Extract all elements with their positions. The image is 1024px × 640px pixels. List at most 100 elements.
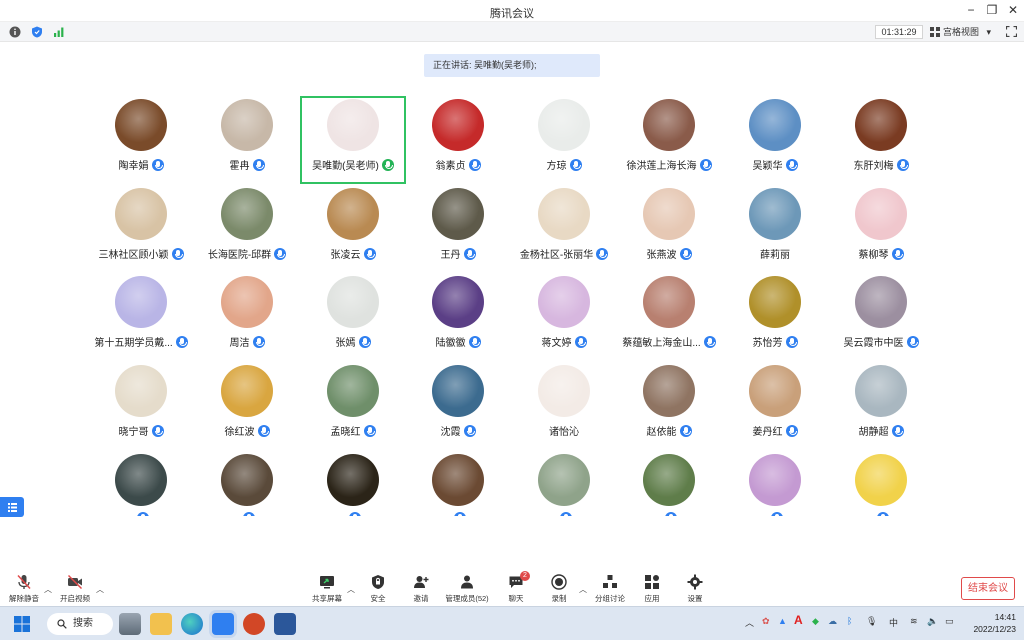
participant-name: 王丹 <box>440 250 461 261</box>
tray-cloud-icon[interactable]: ☁ <box>828 616 837 627</box>
end-meeting-button[interactable]: 结束会议 <box>961 577 1015 600</box>
participant-tile[interactable] <box>511 451 617 516</box>
participant-tile[interactable]: 方琼 <box>511 96 617 184</box>
battery-icon[interactable]: ▭ <box>945 616 954 627</box>
participant-tile[interactable] <box>828 451 930 516</box>
participant-tile[interactable] <box>722 451 828 516</box>
participant-tile[interactable]: 张凌云 <box>300 185 406 273</box>
taskbar-search[interactable]: 搜索 <box>47 613 113 635</box>
task-view-icon[interactable] <box>119 613 141 635</box>
participant-tile[interactable]: 霍冉 <box>194 96 300 184</box>
bluetooth-icon[interactable]: ᛒ <box>847 616 852 626</box>
active-speaker-banner: 正在讲话: 吴唯勤(吴老师); <box>424 54 600 77</box>
apps-icon <box>645 575 659 589</box>
edge-browser-icon[interactable] <box>181 613 203 635</box>
chat-button[interactable]: 2 聊天 <box>492 571 540 606</box>
restore-button[interactable]: ❐ <box>983 3 1001 17</box>
tray-app-icon[interactable]: ✿ <box>762 616 770 627</box>
participant-name-row: 苏怡芳 <box>722 334 828 349</box>
participant-tile[interactable]: 蒋文婷 <box>511 273 617 361</box>
participant-tile[interactable]: 张燕波 <box>616 185 722 273</box>
participant-tile[interactable]: 三林社区顾小颖 <box>88 185 194 273</box>
participant-name-row: 姜丹红 <box>722 423 828 438</box>
participant-tile[interactable]: 胡静超 <box>828 362 930 450</box>
participant-name: 张凌云 <box>330 250 361 261</box>
participant-tile[interactable]: 第十五期学员戴... <box>88 273 194 361</box>
participant-tile[interactable]: 翁素贞 <box>405 96 511 184</box>
participant-tile[interactable]: 东肝刘梅 <box>828 96 930 184</box>
fullscreen-icon[interactable] <box>1006 26 1017 37</box>
participant-tile[interactable]: 沈霞 <box>405 362 511 450</box>
view-mode-dropdown[interactable]: 宫格视图 ▾ <box>930 25 991 39</box>
security-button[interactable]: 安全 <box>354 574 402 606</box>
settings-button[interactable]: 设置 <box>671 574 719 606</box>
participant-tile[interactable]: 姜丹红 <box>722 362 828 450</box>
participant-tile[interactable]: 吴云霞市中医 <box>828 273 930 361</box>
mic-icon <box>596 248 609 260</box>
invite-button[interactable]: 邀请 <box>397 574 445 606</box>
participant-tile[interactable]: 王丹 <box>405 185 511 273</box>
minimize-button[interactable]: − <box>962 3 980 17</box>
taskbar-clock[interactable]: 14:41 2022/12/23 <box>962 611 1016 635</box>
mic-icon <box>569 159 582 171</box>
participant-tile[interactable]: 张嫣 <box>300 273 406 361</box>
close-button[interactable]: ✕ <box>1004 3 1022 17</box>
participant-tile[interactable]: 徐洪莲上海长海 <box>616 96 722 184</box>
participant-tile[interactable]: 孟晓红 <box>300 362 406 450</box>
ime-indicator[interactable]: 中 <box>889 616 898 629</box>
windows-start-icon[interactable] <box>14 616 30 632</box>
signal-icon[interactable] <box>53 26 65 38</box>
participant-tile[interactable]: 长海医院-邱群 <box>194 185 300 273</box>
participant-tile[interactable] <box>616 451 722 516</box>
apps-button[interactable]: 应用 <box>628 574 676 606</box>
participant-tile[interactable]: 苏怡芳 <box>722 273 828 361</box>
word-icon[interactable] <box>274 613 296 635</box>
powerpoint-icon[interactable] <box>243 613 265 635</box>
start-video-button[interactable]: 开启视频 <box>51 574 99 606</box>
record-button[interactable]: 录制 <box>535 574 583 606</box>
participant-tile[interactable] <box>405 451 511 516</box>
participant-tile[interactable]: 诸怡沁 <box>511 362 617 450</box>
mic-icon <box>699 159 712 171</box>
participant-tile[interactable]: 周洁 <box>194 273 300 361</box>
shield-icon[interactable] <box>31 26 43 38</box>
mic-icon <box>468 336 481 348</box>
participant-tile[interactable] <box>300 451 406 516</box>
member-list-toggle[interactable] <box>0 497 24 517</box>
share-screen-button[interactable]: 共享屏幕 <box>303 574 351 606</box>
participant-tile[interactable]: 吴颖华 <box>722 96 828 184</box>
tray-acrobat-icon[interactable]: A <box>794 613 803 627</box>
participant-name-row: 晓宁哥 <box>88 423 194 438</box>
wifi-icon[interactable]: ≋ <box>910 616 918 627</box>
video-options-caret[interactable]: ︿ <box>96 584 104 595</box>
participant-tile[interactable]: 陶幸娟 <box>88 96 194 184</box>
participant-tile[interactable]: 赵依能 <box>616 362 722 450</box>
participant-tile[interactable]: 徐红波 <box>194 362 300 450</box>
participant-name-row: 霍冉 <box>194 157 300 172</box>
avatar <box>855 99 907 151</box>
tray-overflow-icon[interactable]: ︿ <box>745 616 754 629</box>
unmute-button[interactable]: 解除静音 <box>0 574 48 606</box>
participant-tile[interactable]: 薛莉丽 <box>722 185 828 273</box>
tencent-meeting-icon[interactable] <box>212 613 234 635</box>
participant-tile[interactable]: 吴唯勤(吴老师) <box>300 96 406 184</box>
avatar <box>221 99 273 151</box>
avatar <box>432 99 484 151</box>
manage-members-button[interactable]: 管理成员(52) <box>443 574 491 606</box>
participant-tile[interactable]: 晓宁哥 <box>88 362 194 450</box>
tray-mic-icon[interactable]: 🎙 <box>866 616 877 627</box>
participant-name-row <box>300 512 406 516</box>
participant-tile[interactable] <box>194 451 300 516</box>
participant-tile[interactable]: 陆徽徽 <box>405 273 511 361</box>
participant-tile[interactable] <box>88 451 194 516</box>
participant-tile[interactable]: 蔡柳琴 <box>828 185 930 273</box>
participant-tile[interactable]: 蔡蕴敏上海金山... <box>616 273 722 361</box>
participant-tile[interactable]: 金杨社区-张丽华 <box>511 185 617 273</box>
breakout-button[interactable]: 分组讨论 <box>586 574 634 606</box>
tray-wechat-icon[interactable]: ◆ <box>812 616 819 627</box>
file-explorer-icon[interactable] <box>150 613 172 635</box>
info-icon[interactable] <box>9 26 21 38</box>
volume-icon[interactable]: 🔈 <box>927 616 938 627</box>
participant-name: 诸怡沁 <box>549 427 579 438</box>
tray-meeting-icon[interactable]: ▲ <box>778 616 787 626</box>
